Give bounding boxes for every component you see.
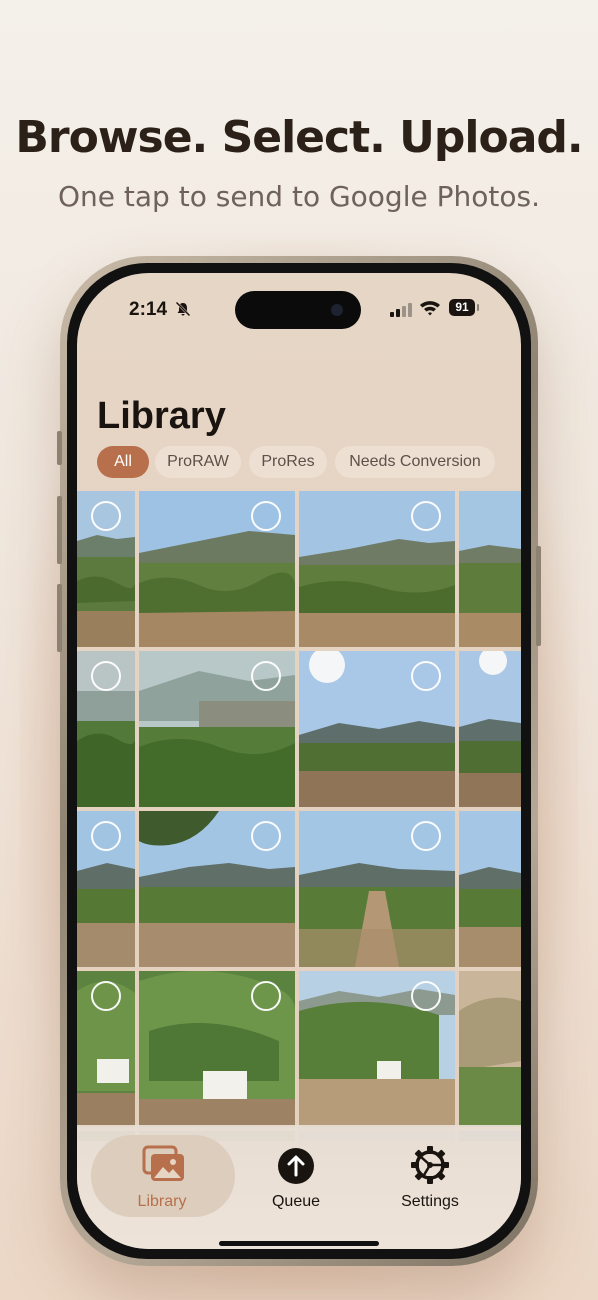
select-circle[interactable]	[411, 821, 441, 851]
tab-queue[interactable]: Queue	[231, 1137, 361, 1217]
home-indicator	[219, 1241, 379, 1246]
tab-library[interactable]: Library	[97, 1137, 227, 1217]
photo-tile[interactable]	[77, 651, 135, 807]
upload-arrow-icon	[278, 1148, 314, 1184]
select-circle[interactable]	[251, 821, 281, 851]
select-circle[interactable]	[411, 661, 441, 691]
photo-tile[interactable]	[299, 491, 455, 647]
app-screen: 2:14 91 Library All ProRAW ProRes Needs …	[77, 273, 521, 1249]
photo-tile[interactable]	[459, 491, 521, 647]
photo-tile[interactable]	[299, 811, 455, 967]
page-title: Library	[97, 395, 226, 437]
filter-chip-prores[interactable]: ProRes	[249, 446, 327, 478]
action-button	[57, 431, 62, 465]
battery-tip	[477, 304, 479, 311]
select-circle[interactable]	[251, 661, 281, 691]
headline: Browse. Select. Upload.	[15, 112, 583, 163]
gear-icon	[411, 1146, 449, 1184]
cellular-signal-icon	[390, 303, 412, 317]
photo-tile[interactable]	[459, 811, 521, 967]
photo-tile[interactable]	[139, 971, 295, 1127]
photo-tile[interactable]	[459, 651, 521, 807]
phone-frame: 2:14 91 Library All ProRAW ProRes Needs …	[57, 256, 541, 1266]
battery-indicator: 91	[449, 299, 475, 316]
tab-label-library: Library	[137, 1193, 187, 1210]
photo-library-icon	[142, 1145, 184, 1181]
select-circle[interactable]	[91, 981, 121, 1011]
photo-tile[interactable]	[459, 971, 521, 1127]
photo-tile[interactable]	[77, 491, 135, 647]
tab-label-settings: Settings	[401, 1193, 459, 1210]
select-circle[interactable]	[91, 501, 121, 531]
select-circle[interactable]	[91, 821, 121, 851]
photo-tile[interactable]	[77, 971, 135, 1127]
photo-tile[interactable]	[139, 491, 295, 647]
photo-grid	[77, 491, 521, 1141]
filter-chip-all[interactable]: All	[97, 446, 149, 478]
photo-tile[interactable]	[77, 811, 135, 967]
photo-tile[interactable]	[299, 651, 455, 807]
volume-down-button	[57, 584, 62, 652]
select-circle[interactable]	[411, 981, 441, 1011]
filter-chip-proraw[interactable]: ProRAW	[155, 446, 241, 478]
volume-up-button	[57, 496, 62, 564]
tab-bar: Library Queue Settings	[77, 1125, 521, 1249]
select-circle[interactable]	[411, 501, 441, 531]
tab-label-queue: Queue	[271, 1193, 321, 1210]
photo-tile[interactable]	[139, 811, 295, 967]
subheadline: One tap to send to Google Photos.	[58, 180, 540, 213]
status-time: 2:14	[129, 299, 168, 320]
power-button	[536, 546, 541, 646]
photo-tile[interactable]	[139, 651, 295, 807]
photo-tile[interactable]	[299, 971, 455, 1127]
select-circle[interactable]	[251, 501, 281, 531]
tab-settings[interactable]: Settings	[365, 1137, 495, 1217]
bell-slash-icon	[175, 301, 191, 317]
select-circle[interactable]	[91, 661, 121, 691]
select-circle[interactable]	[251, 981, 281, 1011]
dynamic-island	[235, 291, 361, 329]
filter-chip-needs-conversion[interactable]: Needs Conversion	[335, 446, 495, 478]
wifi-icon	[420, 301, 440, 316]
